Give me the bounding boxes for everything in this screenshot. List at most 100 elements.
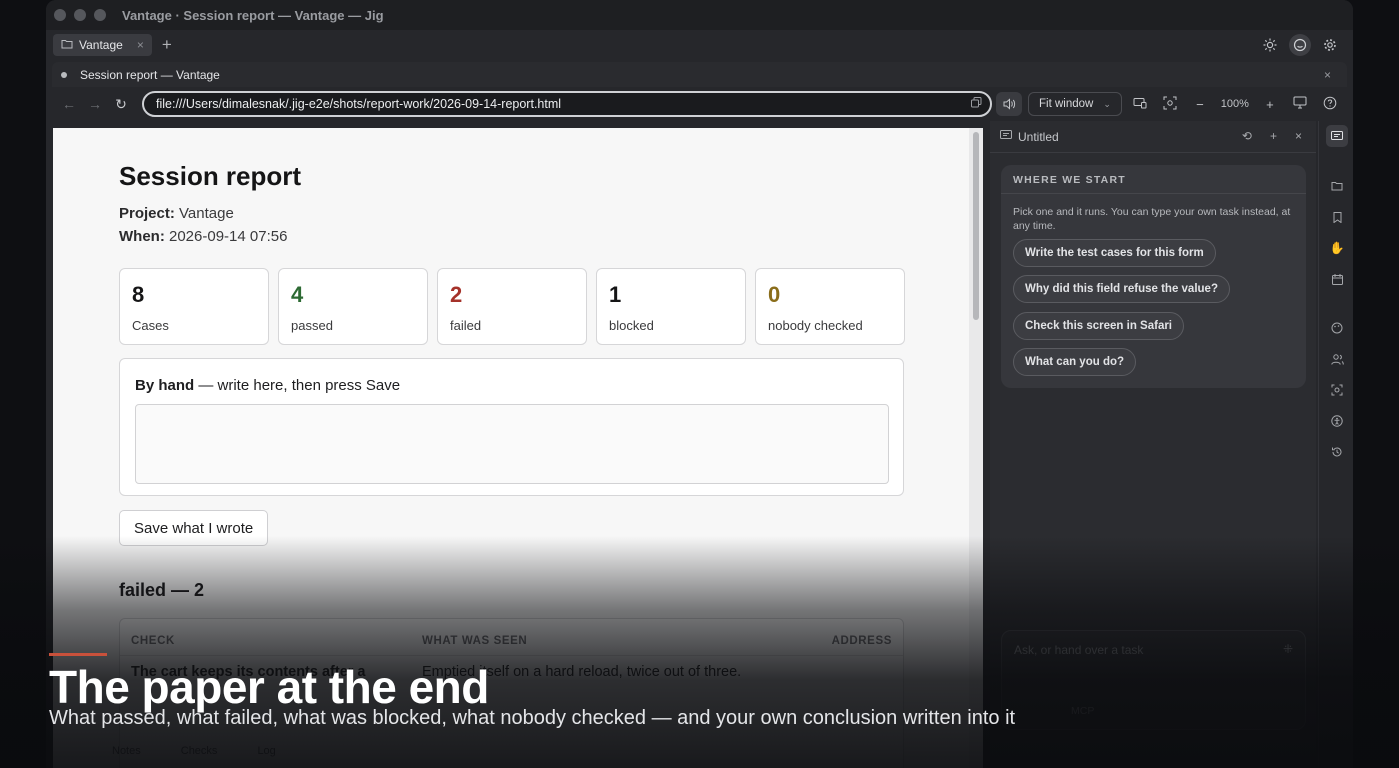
card-description: Pick one and it runs. You can type your … (1013, 206, 1291, 232)
window-controls (54, 9, 106, 21)
stat-label: nobody checked (768, 318, 863, 333)
tab-bar: Vantage × + (46, 30, 1353, 60)
assistant-header: Untitled ⟲ + × (990, 121, 1316, 153)
address-url: file:///Users/dimalesnak/.jig-e2e/shots/… (156, 97, 562, 111)
status-bar: Notes Checks Log (112, 745, 276, 757)
minimize-window-button[interactable] (74, 9, 86, 21)
project-label: Project: (119, 205, 175, 222)
stat-value: 0 (768, 282, 781, 307)
unsaved-dot-icon (61, 71, 67, 78)
accessibility-rail-icon[interactable] (1326, 410, 1348, 432)
card-caption: WHERE WE START (1013, 174, 1126, 186)
status-item[interactable]: Checks (181, 745, 218, 757)
caption-title: The paper at the end (49, 661, 489, 713)
focus-target-icon[interactable] (1158, 96, 1182, 113)
suggestion-chip[interactable]: Write the test cases for this form (1013, 239, 1216, 267)
back-arrow-icon[interactable]: ← (56, 96, 82, 113)
folder-rail-icon[interactable] (1326, 175, 1348, 197)
stat-card-failed: 2 failed (437, 268, 587, 345)
palette-rail-icon[interactable] (1326, 317, 1348, 339)
when-label: When: (119, 228, 165, 245)
task-composer[interactable]: Ask, or hand over a task ⁜ MCP (1001, 630, 1306, 730)
scrollbar-thumb[interactable] (973, 132, 979, 320)
by-hand-textarea[interactable] (135, 404, 889, 484)
reload-icon[interactable]: ↻ (108, 96, 134, 113)
focus-rail-icon[interactable] (1326, 379, 1348, 401)
assistant-panel: Untitled ⟲ + × WHERE WE START Pick one a… (990, 121, 1316, 768)
chat-rail-icon[interactable] (1326, 125, 1348, 147)
save-button[interactable]: Save what I wrote (119, 510, 269, 546)
monitor-icon[interactable] (1288, 96, 1312, 112)
mic-icon[interactable]: ⁜ (1283, 642, 1293, 656)
project-value: Vantage (179, 205, 234, 222)
page-scrollbar[interactable] (969, 128, 983, 768)
close-panel-icon[interactable]: × (1295, 129, 1302, 143)
address-bar[interactable]: file:///Users/dimalesnak/.jig-e2e/shots/… (142, 91, 992, 117)
suggestion-chip[interactable]: Why did this field refuse the value? (1013, 275, 1230, 303)
copy-icon[interactable] (971, 97, 982, 111)
document-tab[interactable]: Session report — Vantage × (52, 62, 1347, 87)
device-frame-icon[interactable] (1128, 97, 1152, 112)
caption-subtitle: What passed, what failed, what was block… (49, 707, 1016, 729)
suggestion-chip[interactable]: Check this screen in Safari (1013, 312, 1185, 340)
title-bar: Vantage · Session report — Vantage — Jig (46, 0, 1353, 30)
gear-icon[interactable] (1319, 34, 1341, 56)
zoom-in-button[interactable]: + (1258, 97, 1282, 112)
composer-placeholder: Ask, or hand over a task (1014, 643, 1144, 657)
new-tab-button[interactable]: + (162, 35, 172, 55)
when-value: 2026-09-14 07:56 (169, 228, 288, 245)
fit-window-label: Fit window (1039, 98, 1094, 110)
bookmark-rail-icon[interactable] (1326, 206, 1348, 228)
suggestion-chip[interactable]: What can you do? (1013, 348, 1137, 376)
chat-icon (1000, 130, 1012, 144)
by-hand-hint: — write here, then press Save (198, 377, 401, 394)
history-rail-icon[interactable] (1326, 441, 1348, 463)
stat-card-blocked: 1 blocked (596, 268, 746, 345)
card-divider (1001, 193, 1306, 194)
by-hand-section: By hand — write here, then press Save (119, 358, 904, 496)
project-tab[interactable]: Vantage × (53, 34, 152, 56)
hand-rail-icon[interactable]: ✋ (1326, 237, 1348, 259)
stat-card-passed: 4 passed (278, 268, 428, 345)
project-meta: Project: Vantage (119, 205, 234, 222)
stat-label: failed (450, 318, 482, 333)
table-divider (120, 655, 903, 656)
history-icon[interactable]: ⟲ (1242, 129, 1252, 143)
forward-arrow-icon[interactable]: → (82, 96, 108, 113)
close-document-icon[interactable]: × (1324, 68, 1331, 82)
smiley-icon[interactable] (1289, 34, 1311, 56)
by-hand-title: By hand (135, 377, 195, 394)
stat-value: 2 (450, 282, 463, 307)
speaker-icon[interactable] (996, 92, 1022, 116)
close-tab-icon[interactable]: × (137, 38, 144, 52)
column-header-seen: WHAT WAS SEEN (422, 635, 528, 647)
stat-value: 4 (291, 282, 304, 307)
close-window-button[interactable] (54, 9, 66, 21)
new-chat-icon[interactable]: + (1270, 129, 1277, 143)
chevron-down-icon: ⌄ (1103, 98, 1111, 109)
assistant-title: Untitled (1018, 129, 1059, 144)
help-icon[interactable] (1318, 96, 1342, 113)
where-we-start-card: WHERE WE START Pick one and it runs. You… (1001, 165, 1306, 388)
stat-label: passed (291, 318, 333, 333)
zoom-out-button[interactable]: − (1188, 97, 1212, 112)
document-tab-title: Session report — Vantage (80, 67, 220, 82)
stats-row: 8 Cases 4 passed 2 failed 1 blocked 0 no… (119, 268, 905, 345)
stat-value: 1 (609, 282, 622, 307)
calendar-rail-icon[interactable] (1326, 268, 1348, 290)
users-rail-icon[interactable] (1326, 348, 1348, 370)
stat-card-cases: 8 Cases (119, 268, 269, 345)
window-title: Vantage · Session report — Vantage — Jig (122, 7, 384, 23)
zoom-window-button[interactable] (94, 9, 106, 21)
navigation-bar: ← → ↻ file:///Users/dimalesnak/.jig-e2e/… (46, 89, 1353, 119)
mcp-label[interactable]: MCP (1071, 705, 1094, 717)
stat-value: 8 (132, 282, 145, 307)
status-item[interactable]: Notes (112, 745, 141, 757)
app-window: Vantage · Session report — Vantage — Jig… (46, 0, 1353, 768)
status-item[interactable]: Log (257, 745, 275, 757)
stat-label: Cases (132, 318, 169, 333)
fit-window-select[interactable]: Fit window ⌄ (1028, 92, 1122, 116)
caption-accent-bar (49, 653, 107, 656)
sun-icon[interactable] (1259, 34, 1281, 56)
zoom-level: 100% (1220, 98, 1249, 110)
